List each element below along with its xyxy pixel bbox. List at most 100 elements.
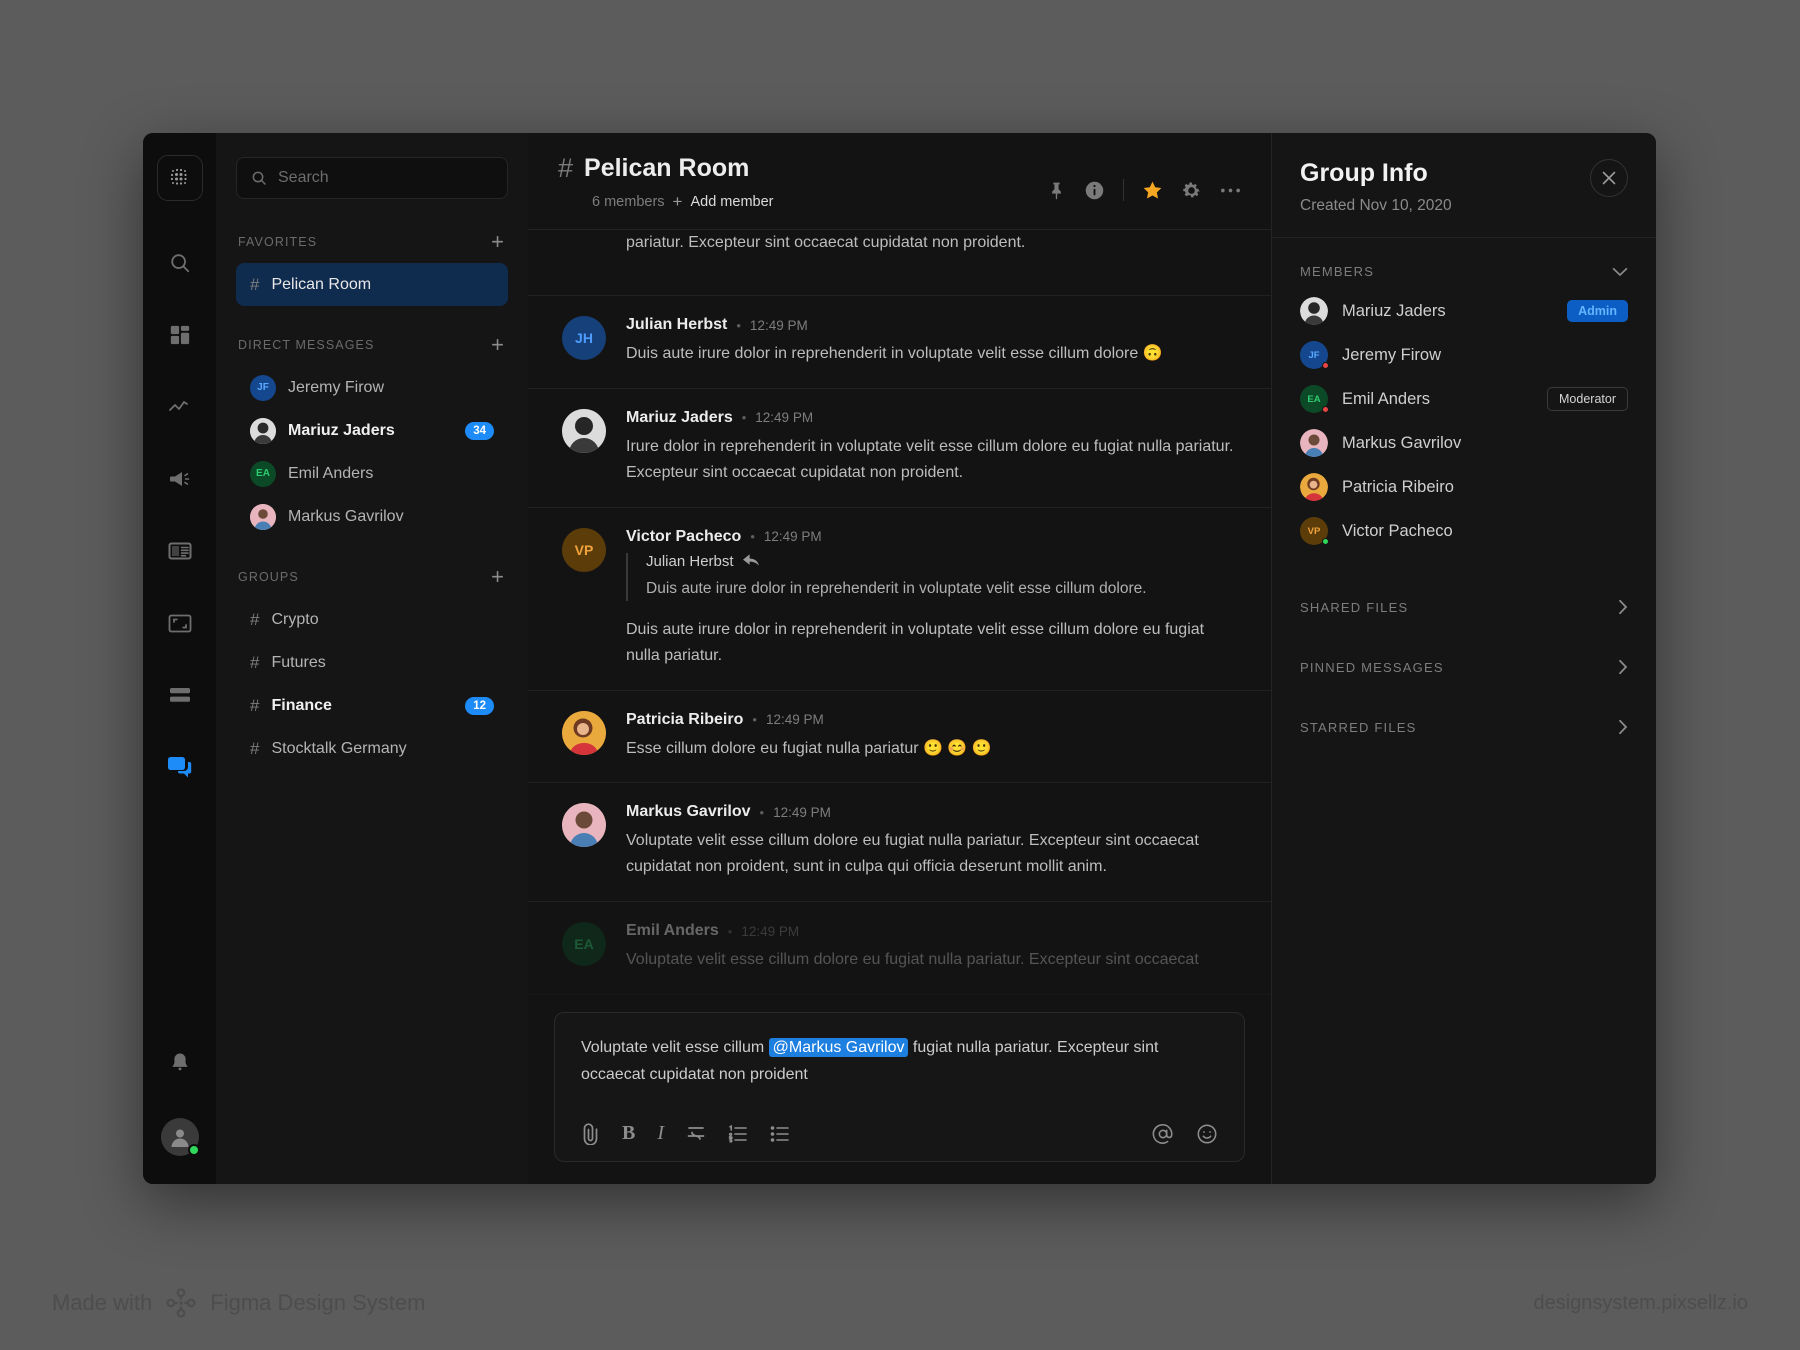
megaphone-icon[interactable]	[157, 456, 203, 502]
plus-icon: +	[673, 193, 683, 210]
message-time: 12:49 PM	[766, 712, 824, 727]
channel-subheader: 6 members + Add member	[592, 193, 773, 210]
avatar	[562, 803, 606, 847]
dashboard-icon[interactable]	[157, 312, 203, 358]
message-partial-top: pariatur. Excepteur sint occaecat cupida…	[528, 230, 1271, 296]
message-time: 12:49 PM	[755, 410, 813, 425]
composer-toolbar: B I	[581, 1122, 1218, 1145]
rows-icon[interactable]	[157, 672, 203, 718]
made-with-label: Made with	[52, 1290, 152, 1316]
sidebar-item-jeremy-firow[interactable]: JF Jeremy Firow	[236, 366, 508, 409]
message-author: Patricia Ribeiro	[626, 711, 743, 729]
shared-files-link[interactable]: SHARED FILES	[1272, 577, 1656, 637]
member-row-emil-anders[interactable]: EA Emil Anders Moderator	[1272, 377, 1656, 421]
page-footer: Made with Figma Design System designsyst…	[0, 1288, 1800, 1318]
avatar	[1300, 297, 1328, 325]
sidebar-item-emil-anders[interactable]: EA Emil Anders	[236, 452, 508, 495]
unread-badge: 34	[465, 422, 494, 440]
strikethrough-icon[interactable]	[686, 1125, 706, 1143]
info-icon[interactable]	[1084, 180, 1105, 201]
message-time: 12:49 PM	[764, 529, 822, 544]
sidebar-item-label: Jeremy Firow	[288, 379, 494, 397]
close-icon[interactable]	[1590, 159, 1628, 197]
member-row-patricia-ribeiro[interactable]: Patricia Ribeiro	[1272, 465, 1656, 509]
emoji-smiley-icon[interactable]	[1196, 1123, 1218, 1145]
message-text: Duis aute irure dolor in reprehenderit i…	[626, 341, 1237, 367]
hash-icon: #	[250, 739, 259, 759]
members-label: MEMBERS	[1300, 264, 1374, 279]
hash-icon: #	[250, 696, 259, 716]
sidebar-item-crypto[interactable]: # Crypto	[236, 598, 508, 641]
pin-icon[interactable]	[1047, 181, 1066, 200]
search-input[interactable]: Search	[236, 157, 508, 199]
member-row-victor-pacheco[interactable]: VP Victor Pacheco	[1272, 509, 1656, 553]
app-grid-icon[interactable]	[157, 155, 203, 201]
add-dm-button[interactable]: +	[491, 334, 504, 356]
sidebar-item-label: Pelican Room	[271, 276, 494, 294]
bold-icon[interactable]: B	[622, 1122, 635, 1145]
search-icon[interactable]	[157, 240, 203, 286]
bell-icon[interactable]	[157, 1041, 203, 1087]
composer-input[interactable]: Voluptate velit esse cillum @Markus Gavr…	[581, 1035, 1218, 1088]
channel-title: Pelican Room	[584, 154, 749, 183]
members-list: Mariuz Jaders Admin JF Jeremy Firow EA E…	[1272, 289, 1656, 553]
add-favorite-button[interactable]: +	[491, 231, 504, 253]
attachment-clip-icon[interactable]	[581, 1123, 600, 1145]
mention-at-icon[interactable]	[1152, 1123, 1174, 1145]
quote-text: Duis aute irure dolor in reprehenderit i…	[646, 577, 1237, 601]
figma-design-system-icon	[166, 1288, 196, 1318]
toolbar-divider	[1123, 179, 1124, 201]
bullet-list-icon[interactable]	[770, 1125, 790, 1143]
message-time: 12:49 PM	[741, 924, 799, 939]
message-composer[interactable]: Voluptate velit esse cillum @Markus Gavr…	[554, 1012, 1245, 1162]
avatar	[562, 409, 606, 453]
message-row: Markus Gavrilov • 12:49 PM Voluptate vel…	[528, 783, 1271, 902]
user-avatar[interactable]	[161, 1118, 199, 1156]
avatar	[1300, 429, 1328, 457]
message-text: Voluptate velit esse cillum dolore eu fu…	[626, 947, 1237, 973]
channel-toolbar	[1047, 179, 1241, 201]
message-row: Mariuz Jaders • 12:49 PM Irure dolor in …	[528, 389, 1271, 508]
sidebar-item-pelican-room[interactable]: # Pelican Room	[236, 263, 508, 306]
gear-icon[interactable]	[1181, 180, 1202, 201]
italic-icon[interactable]: I	[657, 1122, 664, 1145]
avatar: EA	[250, 461, 276, 487]
pinned-messages-link[interactable]: PINNED MESSAGES	[1272, 637, 1656, 697]
member-name: Victor Pacheco	[1342, 522, 1628, 541]
sidebar-item-futures[interactable]: # Futures	[236, 641, 508, 684]
sidebar-item-markus-gavrilov[interactable]: Markus Gavrilov	[236, 495, 508, 538]
chevron-down-icon[interactable]	[1612, 267, 1628, 277]
sidebar-item-mariuz-jaders[interactable]: Mariuz Jaders 34	[236, 409, 508, 452]
member-row-mariuz-jaders[interactable]: Mariuz Jaders Admin	[1272, 289, 1656, 333]
starred-files-link[interactable]: STARRED FILES	[1272, 697, 1656, 757]
ordered-list-icon[interactable]	[728, 1125, 748, 1143]
members-section-header[interactable]: MEMBERS	[1272, 238, 1656, 289]
channel-header: # Pelican Room 6 members + Add member	[528, 133, 1271, 230]
avatar	[250, 418, 276, 444]
add-member-button[interactable]: Add member	[690, 194, 773, 210]
chat-bubbles-icon[interactable]	[157, 744, 203, 790]
hash-icon: #	[558, 153, 573, 184]
add-group-button[interactable]: +	[491, 566, 504, 588]
fullscreen-icon[interactable]	[157, 600, 203, 646]
group-info-links: SHARED FILES PINNED MESSAGES STARRED FIL…	[1272, 577, 1656, 757]
avatar: JH	[562, 316, 606, 360]
section-title: GROUPS	[238, 570, 299, 584]
more-horizontal-icon[interactable]	[1220, 187, 1241, 194]
member-name: Mariuz Jaders	[1342, 302, 1553, 321]
news-layout-icon[interactable]	[157, 528, 203, 574]
star-icon[interactable]	[1142, 180, 1163, 201]
message-text: Voluptate velit esse cillum dolore eu fu…	[626, 828, 1237, 880]
search-icon	[251, 170, 267, 186]
sidebar-item-finance[interactable]: # Finance 12	[236, 684, 508, 727]
status-dot	[1322, 406, 1329, 413]
trending-chart-icon[interactable]	[157, 384, 203, 430]
member-row-jeremy-firow[interactable]: JF Jeremy Firow	[1272, 333, 1656, 377]
message-text: Irure dolor in reprehenderit in voluptat…	[626, 434, 1237, 486]
link-label: SHARED FILES	[1300, 600, 1408, 615]
message-author: Markus Gavrilov	[626, 803, 751, 821]
member-row-markus-gavrilov[interactable]: Markus Gavrilov	[1272, 421, 1656, 465]
composer-text-before: Voluptate velit esse cillum	[581, 1039, 769, 1056]
mention-chip[interactable]: @Markus Gavrilov	[769, 1038, 909, 1057]
sidebar-item-stocktalk-germany[interactable]: # Stocktalk Germany	[236, 727, 508, 770]
